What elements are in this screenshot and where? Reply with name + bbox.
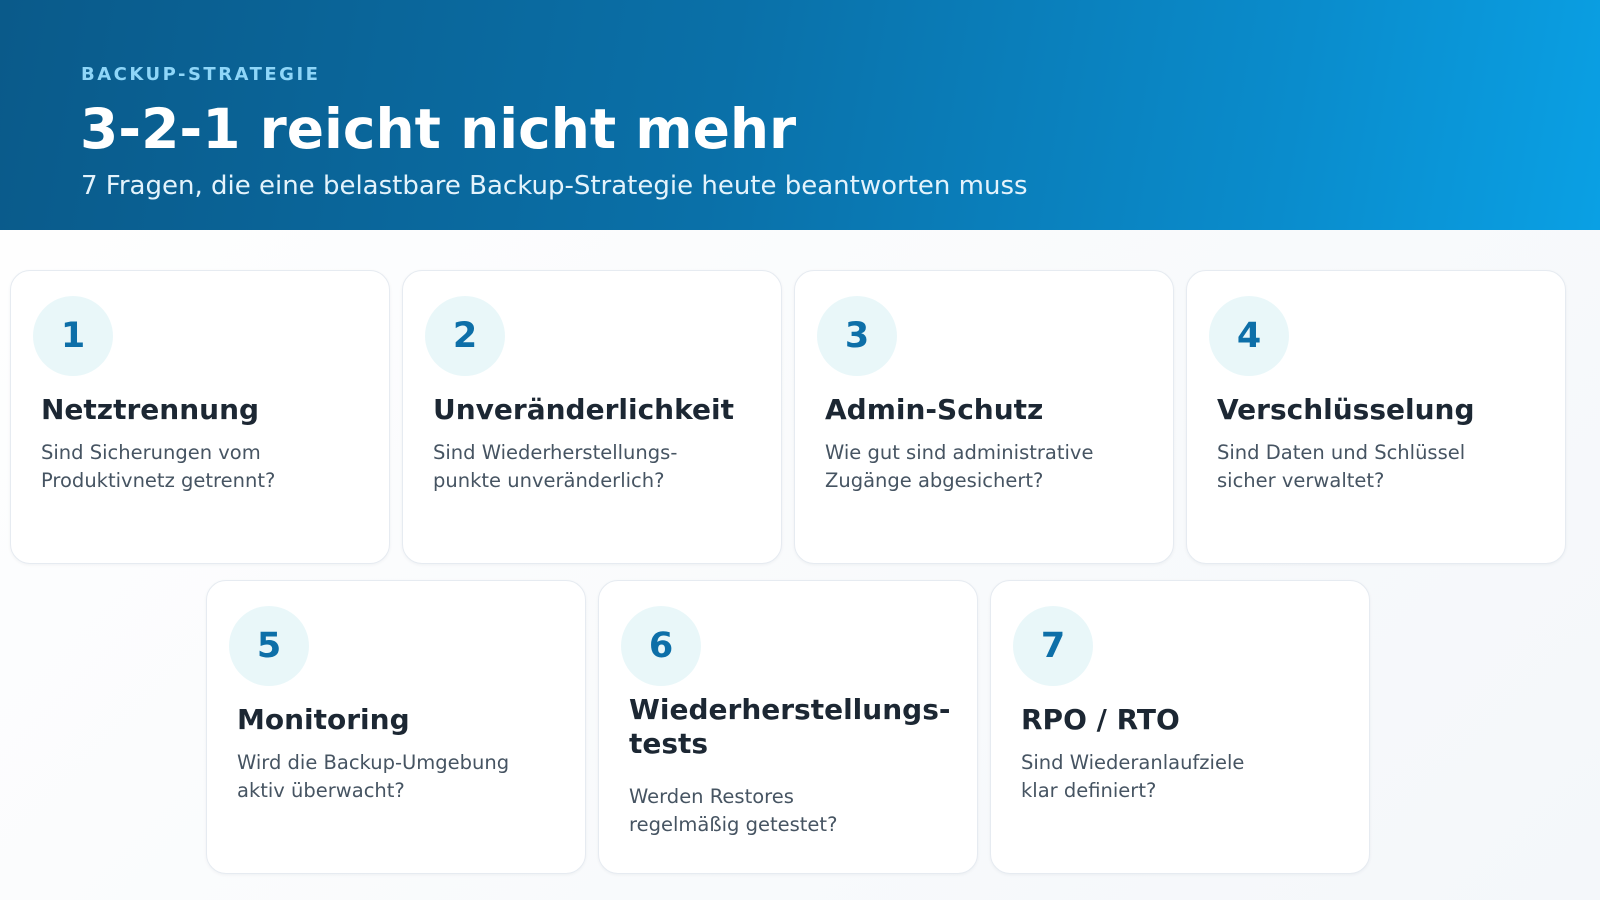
card-title: Admin-Schutz — [825, 393, 1044, 426]
number-badge: 4 — [1209, 296, 1289, 376]
card-title: Netztrennung — [41, 393, 260, 426]
number-badge: 1 — [33, 296, 113, 376]
question-card-3: 3 Admin-Schutz Wie gut sind administrati… — [794, 270, 1174, 564]
eyebrow-label: BACKUP-STRATEGIE — [81, 64, 321, 85]
number-badge: 6 — [621, 606, 701, 686]
page-subtitle: 7 Fragen, die eine belastbare Backup-Str… — [81, 171, 1028, 201]
card-title: Unveränderlichkeit — [433, 393, 734, 426]
card-text: Sind Daten und Schlüssel sicher verwaltet… — [1217, 441, 1466, 492]
card-title: Wiederherstellungs-tests — [629, 693, 951, 760]
card-title: Verschlüsselung — [1217, 393, 1475, 426]
card-title: Monitoring — [237, 703, 410, 736]
number-badge: 3 — [817, 296, 897, 376]
question-card-4: 4 Verschlüsselung Sind Daten und Schlüss… — [1186, 270, 1566, 564]
question-card-5: 5 Monitoring Wird die Backup-Umgebung akt… — [206, 580, 586, 874]
card-text: Sind Sicherungen vom Produktivnetz getren… — [41, 441, 276, 492]
question-card-6: 6 Wiederherstellungs-tests Werden Restor… — [598, 580, 978, 874]
question-card-2: 2 Unveränderlichkeit Sind Wiederherstell… — [402, 270, 782, 564]
number-badge: 2 — [425, 296, 505, 376]
number-badge: 5 — [229, 606, 309, 686]
header-banner: BACKUP-STRATEGIE 3-2-1 reicht nicht mehr… — [0, 0, 1600, 230]
page-title: 3-2-1 reicht nicht mehr — [80, 97, 797, 161]
question-card-1: 1 Netztrennung Sind Sicherungen vom Produ… — [10, 270, 390, 564]
card-text: Sind Wiederherstellungs-punkte unverände… — [433, 441, 678, 492]
card-title: RPO / RTO — [1021, 703, 1180, 736]
card-text: Wie gut sind administrative Zugänge abges… — [825, 441, 1094, 492]
question-card-7: 7 RPO / RTO Sind Wiederanlaufziele klar d… — [990, 580, 1370, 874]
card-text: Wird die Backup-Umgebung aktiv überwacht? — [237, 751, 510, 802]
card-text: Werden Restores regelmäßig getestet? — [629, 785, 838, 836]
card-text: Sind Wiederanlaufziele klar definiert? — [1021, 751, 1245, 802]
number-badge: 7 — [1013, 606, 1093, 686]
